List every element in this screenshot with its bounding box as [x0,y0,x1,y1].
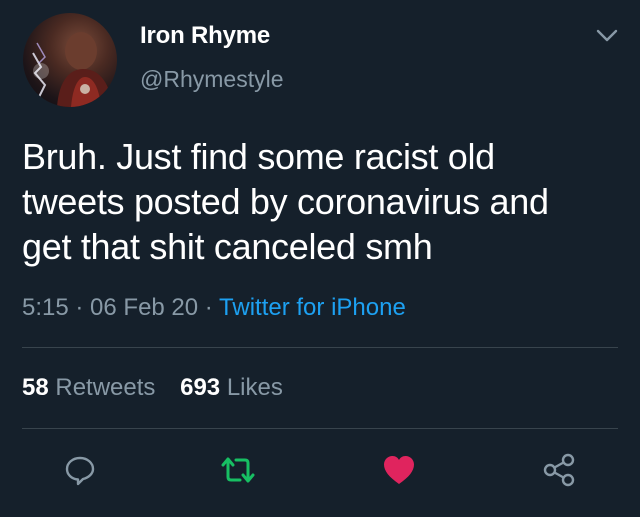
retweets-count: 58 [22,374,49,401]
avatar[interactable] [23,13,117,107]
likes-stat[interactable]: 693 Likes [180,374,283,402]
like-button[interactable] [379,450,419,490]
retweets-stat[interactable]: 58 Retweets [22,374,155,402]
reply-button[interactable] [60,450,100,490]
tweet-date[interactable]: 06 Feb 20 [90,294,198,321]
tweet-text-line: Bruh. Just find some racist old [22,136,495,177]
tweet-source-link[interactable]: Twitter for iPhone [219,294,406,321]
share-icon [543,453,575,487]
chevron-down-icon[interactable] [594,25,620,47]
reply-icon [65,456,95,486]
retweet-button[interactable] [218,450,258,490]
likes-count: 693 [180,374,221,401]
meta-separator: · [198,294,220,321]
tweet-card: Iron Rhyme @Rhymestyle Bruh. Just find s… [0,0,640,517]
heart-icon [384,456,414,484]
author-handle[interactable]: @Rhymestyle [140,66,284,93]
author-name[interactable]: Iron Rhyme [140,22,270,50]
tweet-time: 5:15 [22,294,69,321]
share-button[interactable] [539,450,579,490]
tweet-meta: 5:15 · 06 Feb 20 · Twitter for iPhone [22,294,406,322]
divider [22,428,618,429]
meta-separator: · [68,294,91,321]
divider [22,347,618,348]
tweet-stats: 58 Retweets 693 Likes [22,374,283,402]
retweet-icon [221,457,255,483]
retweets-label: Retweets [55,374,156,401]
tweet-text: Bruh. Just find some racist old tweets p… [22,134,622,269]
likes-label: Likes [226,374,283,401]
tweet-text-line: tweets posted by coronavirus and [22,181,549,222]
tweet-text-line: get that shit canceled smh [22,226,433,267]
